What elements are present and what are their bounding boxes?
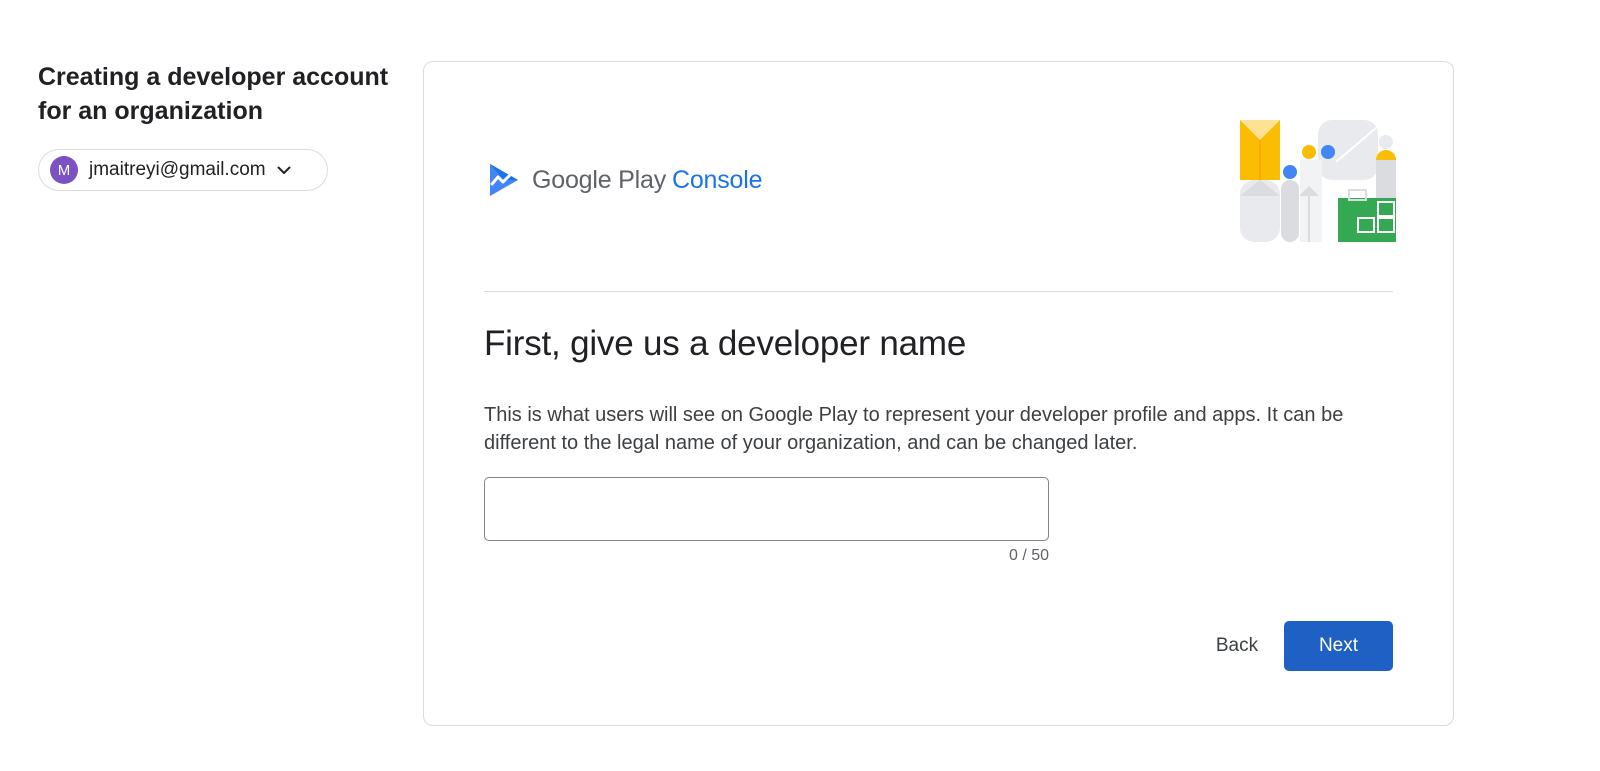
chevron-down-icon: [276, 162, 292, 178]
back-button[interactable]: Back: [1190, 621, 1284, 671]
brand-header: Google Play Console: [486, 162, 763, 198]
brand-console: Console: [672, 165, 763, 194]
brand-name: Google Play Console: [532, 165, 763, 195]
play-console-logo-icon: [490, 164, 518, 196]
developer-name-input[interactable]: [484, 477, 1049, 541]
step-description: This is what users will see on Google Pl…: [484, 404, 1344, 454]
developer-name-card: Google Play Console First, give us a dev…: [423, 61, 1454, 726]
divider: [484, 291, 1393, 292]
step-heading: First, give us a developer name: [484, 324, 967, 363]
next-button[interactable]: Next: [1284, 621, 1393, 671]
people-shapes-illustration-icon: [1240, 120, 1396, 242]
page-title: Creating a developer account for an orga…: [38, 63, 389, 125]
char-counter: 0 / 50: [1008, 547, 1049, 564]
account-switcher[interactable]: M jmaitreyi@gmail.com: [38, 149, 328, 191]
page: Creating a developer account for an orga…: [0, 0, 1600, 771]
avatar: M: [50, 156, 78, 184]
brand-google-play: Google Play: [532, 165, 666, 194]
account-email: jmaitreyi@gmail.com: [89, 159, 266, 180]
